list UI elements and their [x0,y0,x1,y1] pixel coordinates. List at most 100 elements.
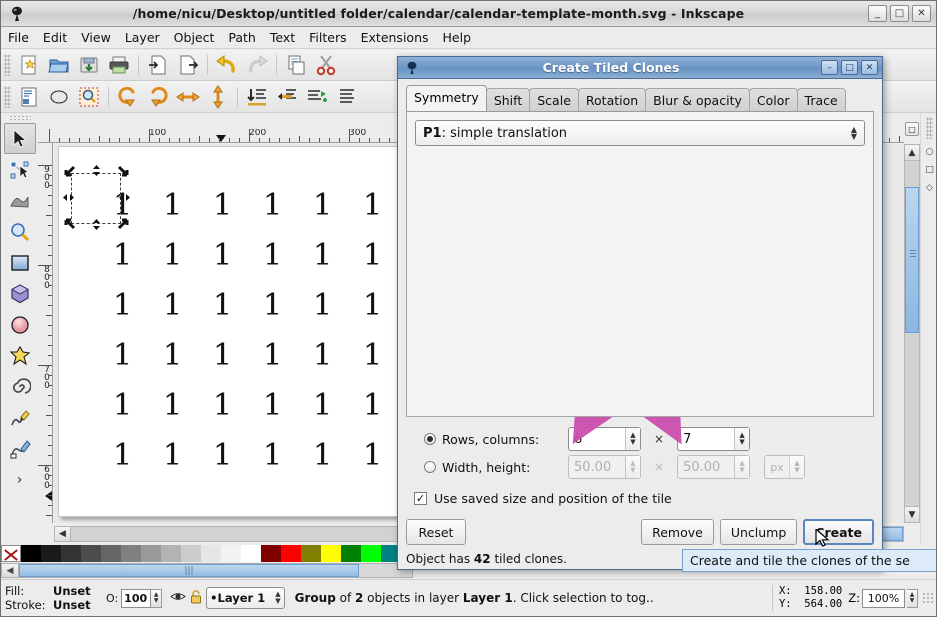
palette-swatch[interactable] [121,545,141,562]
fill-stroke-indicator[interactable]: Fill: Unset Stroke: Unset [5,584,100,612]
height-spinbox[interactable]: 50.00 ▲ ▼ [677,455,751,479]
undo-icon[interactable] [213,52,241,78]
canvas-vertical-scrollbar[interactable]: ▲ ▼ [904,144,920,523]
tile-clone-digit[interactable]: 1 [113,391,132,421]
snap-bbox-icon[interactable]: □ [922,161,937,179]
palette-swatch[interactable] [201,545,221,562]
zoom-stepper[interactable]: ▲ ▼ [907,588,918,608]
tile-clone-digit[interactable]: 1 [163,191,182,221]
rotate-ccw-icon[interactable] [114,84,142,110]
tile-clone-digit[interactable]: 1 [163,341,182,371]
close-button[interactable]: ✕ [912,5,931,22]
tab-shift[interactable]: Shift [485,88,531,112]
unclump-button[interactable]: Unclump [719,519,798,545]
ellipse-tool[interactable] [4,309,36,340]
tile-clone-digit[interactable]: 1 [313,441,332,471]
palette-none-swatch[interactable] [1,545,21,562]
import-icon[interactable] [144,52,172,78]
maximize-button[interactable]: □ [890,5,909,22]
width-input[interactable]: 50.00 [569,460,625,475]
symmetry-select[interactable]: P1: simple translation ▲ ▼ [415,120,865,146]
palette-scroll-thumb[interactable]: ||| [19,564,359,577]
zoom-page-icon[interactable]: □ [905,122,919,136]
selection-handle-s[interactable] [90,218,103,231]
snap-enable-icon[interactable]: ○ [922,143,937,161]
tile-clone-digit[interactable]: 1 [213,191,232,221]
zoom-to-page-control[interactable]: □ [904,119,920,139]
menu-text[interactable]: Text [263,28,302,47]
tile-clone-digit[interactable]: 1 [363,441,382,471]
tile-clone-digit[interactable]: 1 [313,191,332,221]
palette-scroll-trough[interactable]: ||| [19,563,413,578]
layer-lock-icon[interactable] [190,589,202,607]
tab-blur-opacity[interactable]: Blur & opacity [645,88,750,112]
rows-columns-radio[interactable] [424,433,436,445]
tile-clone-digit[interactable]: 1 [363,191,382,221]
tile-clone-digit[interactable]: 1 [263,341,282,371]
zoom-input[interactable]: 100% [862,588,905,608]
pencil-tool[interactable] [4,402,36,433]
height-stepper[interactable]: ▲ ▼ [734,456,750,478]
palette-swatch[interactable] [101,545,121,562]
tile-clone-digit[interactable]: 1 [163,241,182,271]
document-properties-icon[interactable] [15,84,43,110]
dialog-maximize-button[interactable]: □ [841,60,858,75]
new-document-icon[interactable] [15,52,43,78]
tile-clone-digit[interactable]: 1 [263,391,282,421]
palette-swatch[interactable] [261,545,281,562]
tab-trace[interactable]: Trace [796,88,846,112]
tile-clone-digit[interactable]: 1 [113,241,132,271]
lower-to-bottom-icon[interactable] [243,84,271,110]
lower-icon[interactable] [273,84,301,110]
box3d-tool[interactable] [4,278,36,309]
zoom-tool[interactable] [4,216,36,247]
rectangle-tool[interactable] [4,247,36,278]
raise-to-top-icon[interactable] [333,84,361,110]
print-document-icon[interactable] [105,52,133,78]
width-spinbox[interactable]: 50.00 ▲ ▼ [568,455,641,479]
columns-stepper[interactable]: ▲ ▼ [734,428,750,450]
tile-clone-digit[interactable]: 1 [213,341,232,371]
star-tool[interactable] [4,340,36,371]
tile-clone-digit[interactable]: 1 [213,241,232,271]
vscroll-thumb[interactable] [905,187,919,333]
palette-scroll-left-button[interactable]: ◀ [1,563,19,578]
tile-clone-digit[interactable]: 1 [213,391,232,421]
palette-swatch[interactable] [281,545,301,562]
menu-object[interactable]: Object [167,28,222,47]
opacity-stepper[interactable]: ▲ ▼ [151,588,163,608]
selector-tool[interactable] [3,123,36,154]
zoom-control[interactable]: Z: 100% ▲ ▼ [848,588,918,608]
tile-clone-digit[interactable]: 1 [363,241,382,271]
minimize-button[interactable]: _ [868,5,887,22]
spiral-tool[interactable] [4,371,36,402]
dialog-titlebar[interactable]: Create Tiled Clones – □ ✕ [398,57,882,79]
remove-button[interactable]: Remove [641,519,714,545]
scroll-up-button[interactable]: ▲ [905,145,919,161]
tile-clone-digit[interactable]: 1 [263,241,282,271]
snap-nodes-icon[interactable]: ◇ [922,179,937,197]
height-input[interactable]: 50.00 [678,460,734,475]
cut-icon[interactable] [312,52,340,78]
palette-swatch[interactable] [181,545,201,562]
opacity-control[interactable]: O: 100 ▲ ▼ [106,588,163,608]
selection-handle-ne[interactable] [117,165,130,178]
palette-swatch[interactable] [161,545,181,562]
selection-handle-e[interactable] [118,191,131,204]
calligraphy-tool[interactable] [4,433,36,464]
tile-clone-digit[interactable]: 1 [363,391,382,421]
tile-clone-digit[interactable]: 1 [163,391,182,421]
menu-help[interactable]: Help [436,28,479,47]
rows-stepper[interactable]: ▲ ▼ [625,428,640,450]
selection-handle-nw[interactable] [63,165,76,178]
zoom-drawing-icon[interactable] [75,84,103,110]
reset-button[interactable]: Reset [406,519,466,545]
palette-swatch[interactable] [361,545,381,562]
scroll-down-button[interactable]: ▼ [905,506,919,522]
palette-scrollbar[interactable]: ◀ ||| [1,562,413,579]
palette-swatch[interactable] [301,545,321,562]
scroll-left-button[interactable]: ◀ [55,527,71,541]
opacity-input[interactable]: 100 [121,588,152,608]
palette-swatch[interactable] [221,545,241,562]
tile-clone-digit[interactable]: 1 [213,441,232,471]
